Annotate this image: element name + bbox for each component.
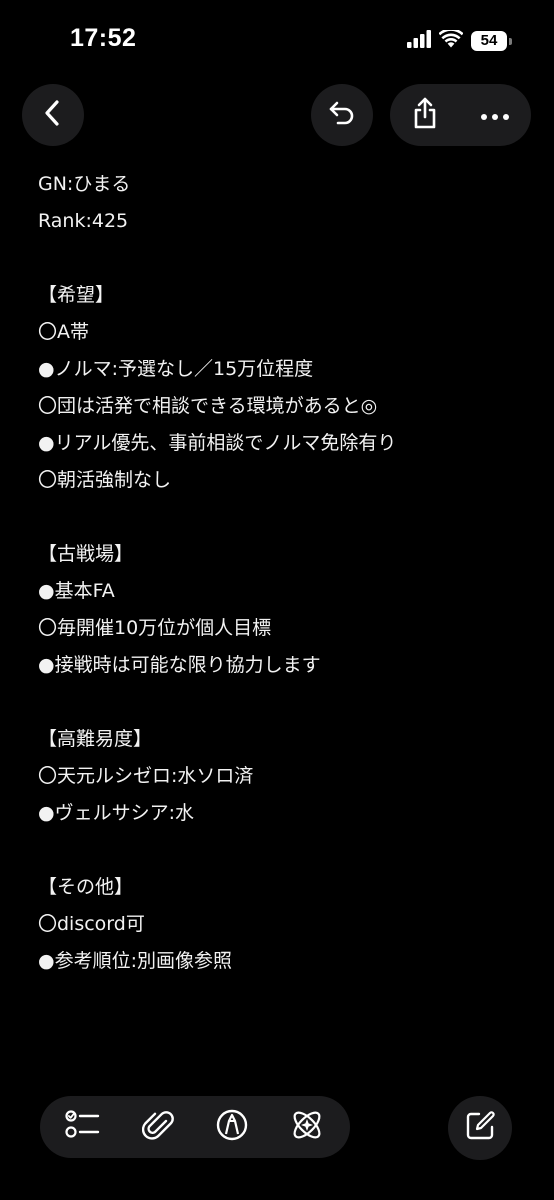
paperclip-icon — [141, 1107, 174, 1147]
checklist-button[interactable] — [58, 1102, 108, 1152]
note-line: ●ヴェルサシア:水 — [38, 802, 194, 824]
note-line-blank — [38, 240, 538, 277]
note-line: ●接戦時は可能な限り協力します — [38, 654, 321, 676]
note-heading-other: 【その他】 — [38, 876, 134, 898]
status-time: 17:52 — [70, 24, 137, 52]
note-body[interactable]: GN:ひまる Rank:425 【希望】 〇A帯 ●ノルマ:予選なし／15万位程… — [38, 166, 538, 980]
markup-button[interactable] — [207, 1102, 257, 1152]
undo-button[interactable] — [311, 84, 373, 146]
note-heading-high-difficulty: 【高難易度】 — [38, 728, 153, 750]
compose-icon — [464, 1110, 496, 1146]
more-icon — [480, 106, 510, 125]
status-bar: 17:52 54 — [0, 0, 554, 84]
checklist-icon — [65, 1108, 101, 1146]
note-line: 〇天元ルシゼロ:水ソロ済 — [38, 765, 254, 787]
note-line: 〇discord可 — [38, 913, 145, 935]
note-line-blank — [38, 832, 538, 869]
actions-pill — [390, 84, 531, 146]
attach-button[interactable] — [133, 1102, 183, 1152]
wifi-icon — [438, 28, 464, 52]
back-chevron-icon — [41, 99, 65, 131]
battery-level: 54 — [471, 31, 507, 51]
note-line: 〇朝活強制なし — [38, 469, 172, 491]
note-line: ●リアル優先、事前相談でノルマ免除有り — [38, 432, 397, 454]
compose-button[interactable] — [448, 1096, 512, 1160]
note-heading-guild-war: 【古戦場】 — [38, 543, 134, 565]
note-line-blank — [38, 684, 538, 721]
writing-tools-icon — [288, 1106, 326, 1148]
note-line: ●基本FA — [38, 580, 115, 602]
share-button[interactable] — [390, 84, 460, 146]
signal-icon — [407, 30, 431, 52]
status-icons: 54 — [407, 28, 512, 52]
markup-pen-icon — [215, 1108, 249, 1146]
writing-tools-button[interactable] — [282, 1102, 332, 1152]
note-line-blank — [38, 499, 538, 536]
undo-icon — [327, 99, 357, 131]
more-button[interactable] — [460, 84, 530, 146]
note-line: ●ノルマ:予選なし／15万位程度 — [38, 358, 314, 380]
share-icon — [410, 96, 440, 134]
note-line-rank: Rank:425 — [38, 210, 129, 232]
note-line: ●参考順位:別画像参照 — [38, 950, 232, 972]
note-line: 〇団は活発で相談できる環境があると◎ — [38, 395, 378, 417]
note-line: 〇毎開催10万位が個人目標 — [38, 617, 272, 639]
note-line: 〇A帯 — [38, 321, 89, 343]
back-button[interactable] — [22, 84, 84, 146]
note-heading-wishes: 【希望】 — [38, 284, 115, 306]
note-line-gn: GN:ひまる — [38, 173, 131, 195]
bottom-toolbar — [40, 1096, 350, 1158]
battery-icon: 54 — [471, 31, 512, 51]
